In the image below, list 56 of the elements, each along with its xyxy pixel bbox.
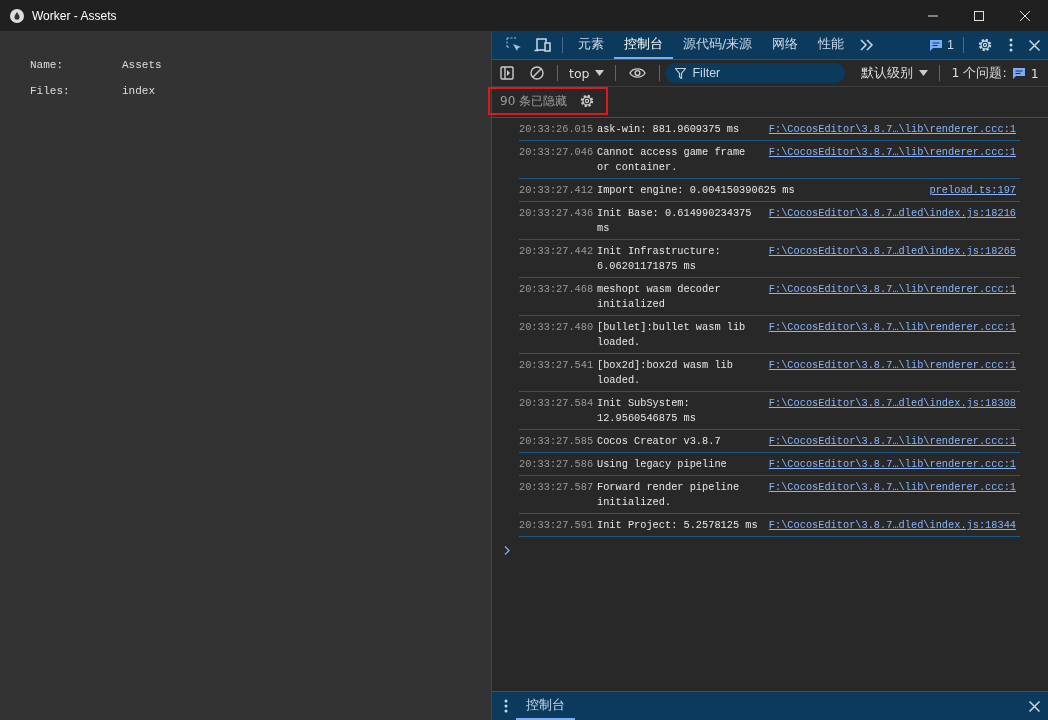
field-value: Assets xyxy=(122,59,162,73)
field-value: index xyxy=(122,85,155,99)
log-message: Init SubSystem: 12.9560546875 ms xyxy=(597,396,697,426)
log-message: [box2d]:box2d wasm lib loaded. xyxy=(597,358,734,388)
source-link[interactable]: F:\CocosEditor\3.8.7…\lib\renderer.ccc:1 xyxy=(768,320,1016,335)
log-message: Cocos Creator v3.8.7 xyxy=(597,434,722,449)
log-time: 20:33:27.587 xyxy=(519,480,594,495)
log-message: Using legacy pipeline xyxy=(597,457,728,472)
log-time: 20:33:27.541 xyxy=(519,358,594,373)
source-link[interactable]: F:\CocosEditor\3.8.7…\lib\renderer.ccc:1 xyxy=(768,457,1016,472)
log-message: [bullet]:bullet wasm lib loaded. xyxy=(597,320,747,350)
source-link[interactable]: F:\CocosEditor\3.8.7…dled\index.js:18216 xyxy=(768,206,1016,221)
source-link[interactable]: F:\CocosEditor\3.8.7…dled\index.js:18344 xyxy=(768,518,1016,533)
log-message: meshopt wasm decoder initialized xyxy=(597,282,722,312)
field-label: Files: xyxy=(30,85,71,99)
source-link[interactable]: F:\CocosEditor\3.8.7…\lib\renderer.ccc:1 xyxy=(768,434,1016,449)
context-dropdown[interactable]: top xyxy=(563,65,611,81)
log-message: ask-win: 881.9609375 ms xyxy=(597,122,741,137)
source-link[interactable]: F:\CocosEditor\3.8.7…\lib\renderer.ccc:1 xyxy=(768,358,1016,373)
log-time: 20:33:27.442 xyxy=(519,244,594,259)
log-time: 20:33:26.015 xyxy=(519,122,594,137)
devtools-tab[interactable]: 控制台 xyxy=(614,31,673,59)
source-link[interactable]: F:\CocosEditor\3.8.7…dled\index.js:18308 xyxy=(768,396,1016,411)
log-time: 20:33:27.591 xyxy=(519,518,594,533)
filter-field[interactable]: Filter xyxy=(665,63,846,83)
log-time: 20:33:27.436 xyxy=(519,206,594,221)
log-message: Forward render pipeline initialized. xyxy=(597,480,741,510)
messages-badge[interactable]: 1 xyxy=(926,38,958,52)
source-link[interactable]: preload.ts:197 xyxy=(929,183,1016,198)
devtools-tab[interactable]: 元素 xyxy=(568,31,614,59)
log-time: 20:33:27.584 xyxy=(519,396,594,411)
log-time: 20:33:27.586 xyxy=(519,457,594,472)
log-time: 20:33:27.468 xyxy=(519,282,594,297)
source-link[interactable]: F:\CocosEditor\3.8.7…\lib\renderer.ccc:1 xyxy=(768,145,1016,160)
source-link[interactable]: F:\CocosEditor\3.8.7…dled\index.js:18265 xyxy=(768,244,1016,259)
log-level-dropdown[interactable]: 默认级别 xyxy=(855,64,935,82)
log-time: 20:33:27.412 xyxy=(519,183,594,198)
devtools-tab[interactable]: 网络 xyxy=(762,31,809,59)
source-link[interactable]: F:\CocosEditor\3.8.7…\lib\renderer.ccc:1 xyxy=(768,122,1016,137)
issues-button[interactable]: 1 个问题: 1 xyxy=(945,64,1045,82)
drawer-tab[interactable]: 控制台 xyxy=(516,692,575,720)
field-label: Name: xyxy=(30,59,64,73)
log-time: 20:33:27.480 xyxy=(519,320,594,335)
log-message: Init Project: 5.2578125 ms xyxy=(597,518,759,533)
window-title: Worker - Assets xyxy=(32,8,117,23)
hidden-count: 90 条已隐藏 xyxy=(500,92,568,110)
devtools-tab[interactable]: 性能 xyxy=(808,31,855,59)
log-message: Import engine: 0.004150390625 ms xyxy=(597,183,796,198)
log-time: 20:33:27.046 xyxy=(519,145,594,160)
devtools-tab[interactable]: 源代码/来源 xyxy=(673,31,763,59)
source-link[interactable]: F:\CocosEditor\3.8.7…\lib\renderer.ccc:1 xyxy=(768,282,1016,297)
log-time: 20:33:27.585 xyxy=(519,434,594,449)
log-message: Init Infrastructure: 6.06201171875 ms xyxy=(597,244,722,274)
log-message: Cannot access game frame or container. xyxy=(597,145,747,175)
log-message: Init Base: 0.614990234375 ms xyxy=(597,206,753,236)
source-link[interactable]: F:\CocosEditor\3.8.7…\lib\renderer.ccc:1 xyxy=(768,480,1016,495)
